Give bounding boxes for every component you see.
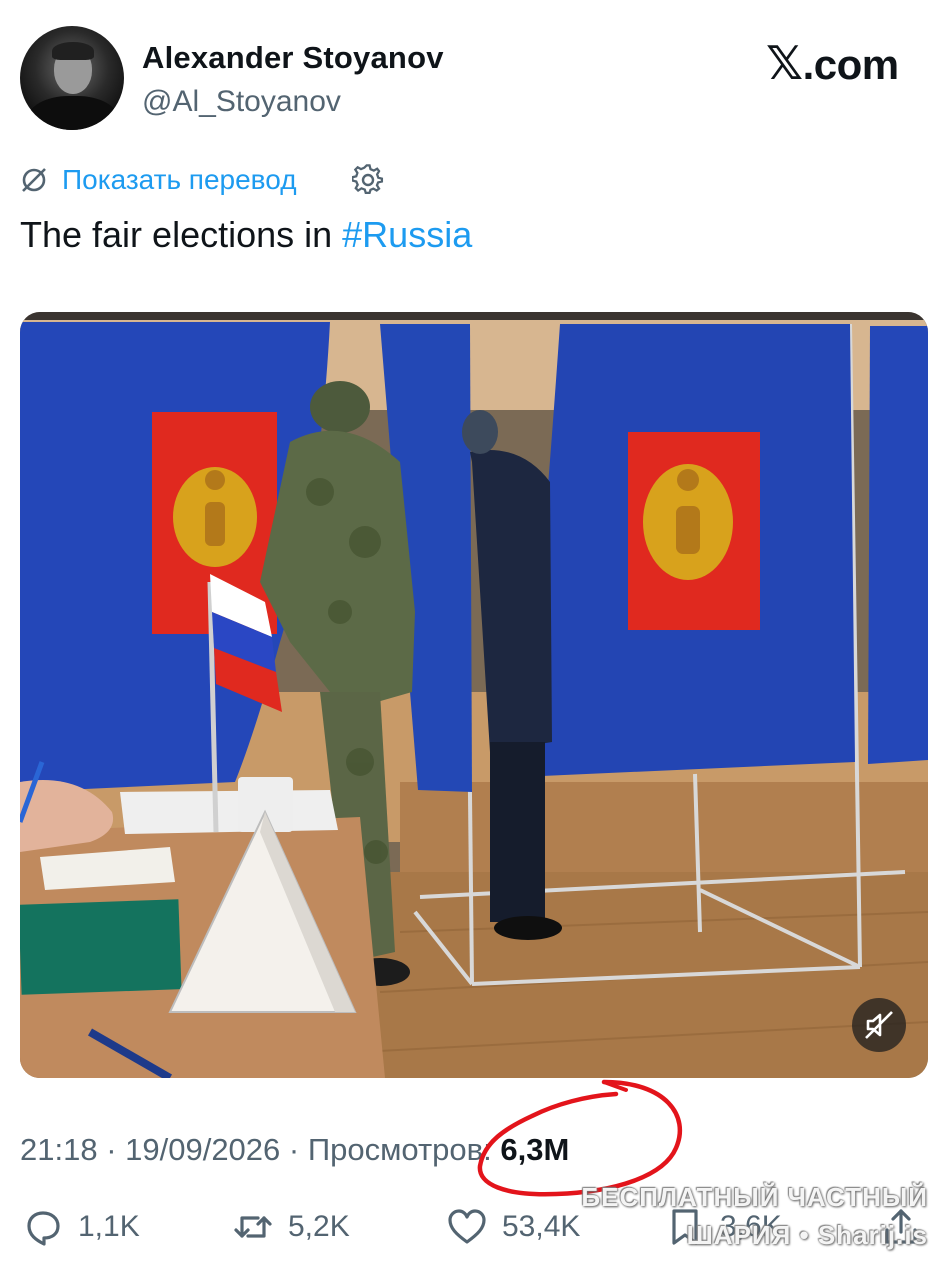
like-count: 53,4K xyxy=(502,1210,581,1243)
show-translation-link[interactable]: Показать перевод xyxy=(62,164,297,196)
mute-icon[interactable] xyxy=(852,998,906,1052)
views-label: Просмотров: xyxy=(307,1132,501,1167)
gear-icon[interactable] xyxy=(352,164,384,196)
author-display-name[interactable]: Alexander Stoyanov xyxy=(142,40,444,76)
video-frame xyxy=(20,312,928,1078)
repost-count: 5,2K xyxy=(288,1210,350,1243)
x-logo-suffix: .com xyxy=(802,41,900,88)
watermark-line-2: ШАРИЯ • Sharij.is xyxy=(686,1220,928,1250)
watermark-line-1: БЕСПЛАТНЫЙ ЧАСТНЫЙ xyxy=(581,1182,928,1212)
tweet-text-body: The fair elections in xyxy=(20,214,343,255)
hashtag-link[interactable]: #Russia xyxy=(342,214,472,255)
translate-icon xyxy=(22,168,46,192)
reply-count: 1,1K xyxy=(78,1210,140,1243)
reply-button[interactable]: 1,1K xyxy=(22,1204,140,1250)
x-logo: 𝕏.com xyxy=(766,36,899,90)
tweet-text: The fair elections in #Russia xyxy=(20,214,472,256)
reply-icon xyxy=(27,1211,60,1246)
author-handle[interactable]: @Al_Stoyanov xyxy=(142,85,341,119)
tweet-video[interactable] xyxy=(20,312,928,1078)
author-avatar[interactable] xyxy=(20,26,124,130)
like-button[interactable]: 53,4K xyxy=(446,1204,580,1250)
x-logo-mark: 𝕏 xyxy=(766,36,803,90)
like-icon xyxy=(448,1209,486,1244)
retweet-icon xyxy=(234,1216,272,1238)
timestamp[interactable]: 21:18 · 19/09/2026 · xyxy=(20,1132,308,1167)
watermark: БЕСПЛАТНЫЙ ЧАСТНЫЙ ШАРИЯ • Sharij.is xyxy=(581,1178,928,1254)
repost-button[interactable]: 5,2K xyxy=(232,1204,350,1250)
